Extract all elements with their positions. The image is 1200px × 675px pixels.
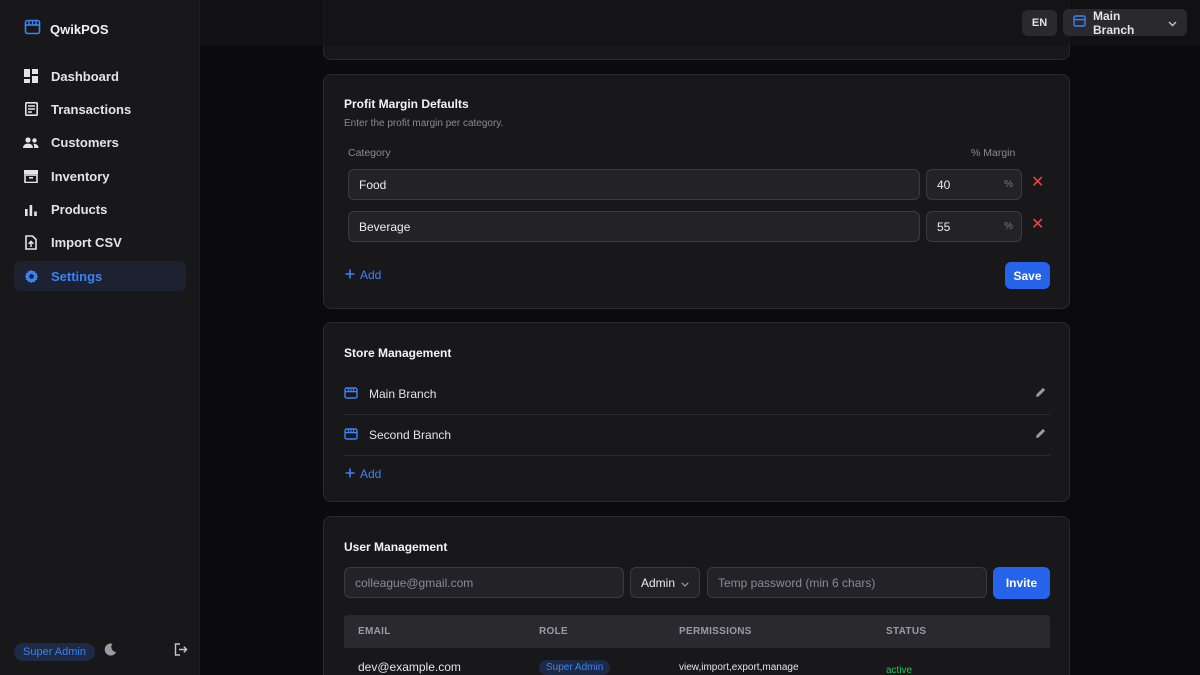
- margin-input[interactable]: 40 %: [926, 169, 1022, 200]
- sidebar-item-products[interactable]: Products: [14, 195, 186, 225]
- margin-value: 55: [937, 219, 951, 234]
- user-role: Super Admin: [539, 659, 611, 675]
- column-header-status: STATUS: [886, 626, 927, 637]
- store-name: Second Branch: [369, 428, 452, 442]
- user-management-card: User Management colleague@gmail.com Admi…: [323, 516, 1070, 675]
- sidebar: QwikPOS Dashboard Transactions Customers…: [0, 0, 200, 675]
- card-subtitle: Enter the profit margin per category.: [344, 118, 504, 129]
- sidebar-item-settings[interactable]: Settings: [14, 261, 186, 292]
- top-bar: EN Main Branch: [200, 0, 1200, 46]
- gear-icon: [23, 268, 39, 284]
- add-label: Add: [360, 268, 382, 282]
- column-header-category: Category: [348, 147, 391, 159]
- category-input[interactable]: Beverage: [348, 211, 920, 242]
- store-icon: [1073, 15, 1086, 30]
- margin-value: 40: [937, 177, 951, 192]
- bar-chart-icon: [23, 202, 39, 218]
- category-input[interactable]: Food: [348, 169, 920, 200]
- column-header-permissions: PERMISSIONS: [679, 626, 752, 637]
- role-badge: Super Admin: [14, 643, 95, 661]
- store-management-card: Store Management Main Branch Second Bran…: [323, 322, 1070, 502]
- users-table-header: EMAIL ROLE PERMISSIONS STATUS: [344, 615, 1050, 648]
- store-icon: [344, 427, 358, 443]
- sidebar-item-label: Customers: [51, 135, 119, 151]
- user-email: dev@example.com: [358, 660, 461, 674]
- store-name: Main Branch: [369, 387, 437, 401]
- role-select[interactable]: Admin: [630, 567, 700, 598]
- branch-name: Main Branch: [1093, 8, 1135, 37]
- pencil-icon[interactable]: [1035, 387, 1046, 401]
- language-button[interactable]: EN: [1022, 10, 1057, 36]
- brand[interactable]: QwikPOS: [24, 19, 109, 40]
- percent-unit: %: [1004, 221, 1013, 232]
- divider: [344, 455, 1050, 456]
- file-upload-icon: [23, 235, 39, 251]
- sidebar-footer: Super Admin: [14, 643, 190, 661]
- users-icon: [23, 135, 39, 151]
- column-header-margin: % Margin: [971, 147, 1016, 159]
- profit-margin-card: Profit Margin Defaults Enter the profit …: [323, 74, 1070, 309]
- sidebar-item-label: Settings: [51, 268, 103, 284]
- chevron-down-icon: [1168, 16, 1177, 30]
- role-value: Admin: [641, 575, 676, 590]
- sidebar-item-label: Dashboard: [51, 68, 119, 84]
- app-name: QwikPOS: [50, 22, 109, 37]
- sidebar-item-transactions[interactable]: Transactions: [14, 94, 186, 124]
- sidebar-item-label: Transactions: [51, 101, 132, 117]
- sidebar-item-label: Inventory: [51, 168, 110, 184]
- invite-button[interactable]: Invite: [993, 567, 1050, 599]
- pencil-icon[interactable]: [1035, 428, 1046, 442]
- store-icon: [24, 19, 41, 40]
- card-title: Profit Margin Defaults: [344, 97, 469, 111]
- add-label: Add: [360, 467, 382, 481]
- save-button[interactable]: Save: [1005, 262, 1050, 289]
- email-field[interactable]: colleague@gmail.com: [344, 567, 624, 598]
- store-row[interactable]: Second Branch: [344, 415, 1050, 455]
- sidebar-item-customers[interactable]: Customers: [14, 128, 186, 158]
- remove-row-icon[interactable]: ✕: [1031, 217, 1044, 233]
- sidebar-item-inventory[interactable]: Inventory: [14, 161, 186, 191]
- add-store-button[interactable]: Add: [345, 467, 381, 481]
- column-header-email: EMAIL: [358, 626, 391, 637]
- card-title: Store Management: [344, 346, 452, 360]
- sidebar-item-dashboard[interactable]: Dashboard: [14, 61, 186, 91]
- temp-password-field[interactable]: Temp password (min 6 chars): [707, 567, 987, 598]
- user-status: active: [886, 662, 912, 675]
- chevron-down-icon: [681, 576, 689, 590]
- add-category-button[interactable]: Add: [345, 268, 381, 282]
- store-icon: [344, 386, 358, 402]
- logout-icon[interactable]: [174, 643, 188, 661]
- sidebar-item-label: Products: [51, 202, 108, 218]
- store-row[interactable]: Main Branch: [344, 374, 1050, 414]
- plus-icon: [345, 268, 355, 282]
- branch-selector[interactable]: Main Branch: [1063, 8, 1187, 37]
- dashboard-icon: [23, 68, 39, 84]
- role-badge: Super Admin: [539, 660, 611, 675]
- plus-icon: [345, 467, 355, 481]
- receipt-icon: [23, 101, 39, 117]
- moon-icon[interactable]: [104, 643, 117, 661]
- status-badge: active: [886, 665, 913, 675]
- archive-icon: [23, 168, 39, 184]
- sidebar-item-label: Import CSV: [51, 235, 122, 251]
- percent-unit: %: [1004, 179, 1013, 190]
- remove-row-icon[interactable]: ✕: [1031, 175, 1044, 191]
- column-header-role: ROLE: [539, 626, 568, 637]
- sidebar-nav: Dashboard Transactions Customers Invento…: [14, 61, 186, 295]
- card-title: User Management: [344, 540, 448, 554]
- sidebar-item-import-csv[interactable]: Import CSV: [14, 228, 186, 258]
- user-permissions: view,import,export,manage: [679, 662, 799, 673]
- margin-input[interactable]: 55 %: [926, 211, 1022, 242]
